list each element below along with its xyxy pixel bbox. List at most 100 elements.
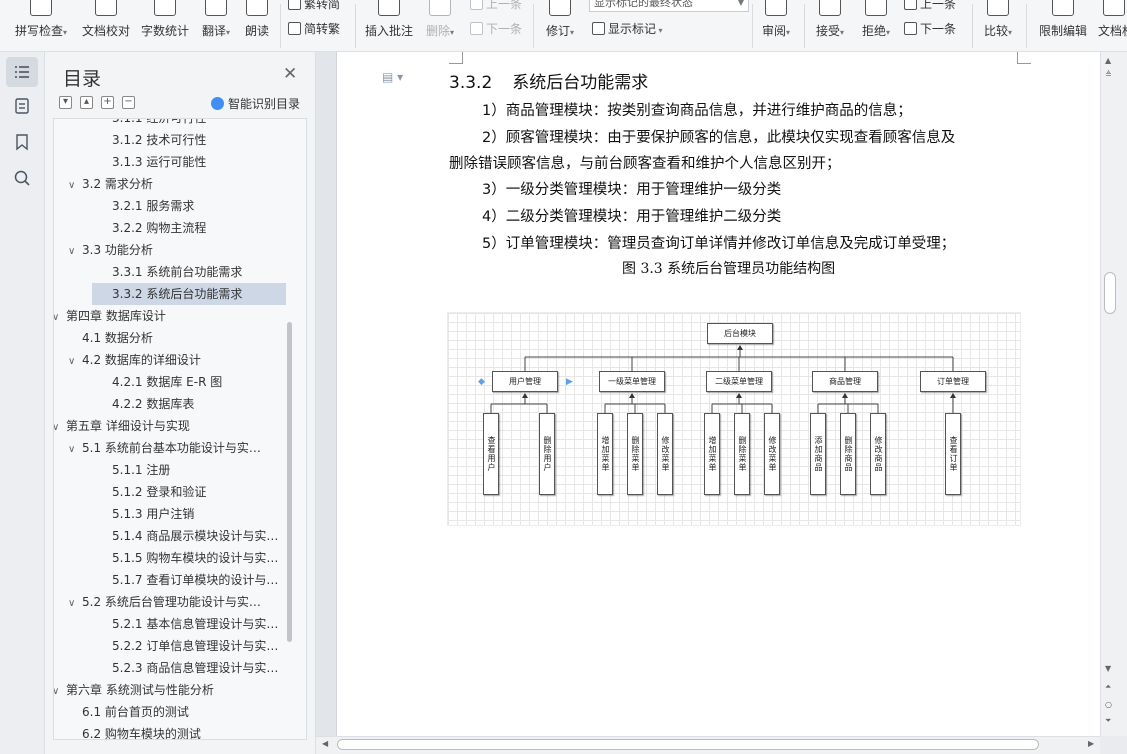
scroll-left-icon[interactable]: ◀ [322, 739, 328, 748]
doc-proofread-button[interactable]: 文档校对 [78, 0, 134, 51]
trad-to-simp-button[interactable]: 繁转简 [288, 0, 340, 12]
diagram-module-node[interactable]: 一级菜单管理 [599, 371, 665, 392]
vertical-scrollbar[interactable]: ▲ ≜ ▼ ⏶ ○ ⏷ [1100, 52, 1127, 736]
expand-all-icon[interactable]: ▴ [80, 96, 93, 109]
toc-item[interactable]: 5.2.2 订单信息管理设计与实… [112, 635, 290, 657]
toc-item[interactable]: 4.2.1 数据库 E-R 图 [112, 371, 290, 393]
diagram-leaf-node[interactable]: 查看用户 [483, 413, 499, 495]
spell-check-button[interactable]: 拼写检查▾ [8, 0, 74, 51]
accept-button[interactable]: 接受▾ [810, 0, 850, 51]
function-structure-diagram[interactable]: ◆ ▶ 后台模块 用户管理 查看用户 删除用户 一级菜单管理 增加菜单 删除菜单 修改菜单 二级… [447, 312, 1021, 526]
chevron-down-icon[interactable]: ∨ [68, 175, 82, 195]
diagram-leaf-node[interactable]: 修改菜单 [764, 413, 780, 495]
diagram-leaf-node[interactable]: 删除商品 [840, 413, 856, 495]
diagram-leaf-node[interactable]: 修改商品 [870, 413, 886, 495]
scroll-down-icon[interactable]: ▼ [1105, 664, 1111, 673]
paragraph-menu-icon[interactable]: ▤ ▾ [382, 70, 403, 84]
word-count-button[interactable]: 字数统计 [138, 0, 192, 51]
toc-item[interactable]: 6.2 购物车模块的测试 [82, 723, 290, 739]
bookmark-nav-button[interactable] [6, 127, 38, 157]
prev-page-icon[interactable]: ⏶ [1105, 682, 1111, 692]
diagram-root-node[interactable]: 后台模块 [707, 323, 773, 344]
resize-handle-right-icon[interactable]: ▶ [566, 377, 573, 387]
toc-item[interactable]: 5.1.4 商品展示模块设计与实… [112, 525, 290, 547]
toc-item[interactable]: 5.1.1 注册 [112, 459, 290, 481]
toc-item[interactable]: ∨第五章 详细设计与实现 [54, 415, 276, 437]
scroll-right-icon[interactable]: ▶ [1088, 739, 1094, 748]
chevron-down-icon[interactable]: ∨ [54, 681, 66, 701]
next-change-button[interactable]: 下一条 [904, 20, 956, 37]
diagram-leaf-node[interactable]: 删除用户 [539, 413, 555, 495]
reject-button[interactable]: 拒绝▾ [856, 0, 896, 51]
toc-nav-button[interactable] [6, 57, 38, 87]
insert-comment-button[interactable]: 插入批注 [362, 0, 416, 51]
toc-item[interactable]: 5.1.2 登录和验证 [112, 481, 290, 503]
collapse-all-icon[interactable]: ▾ [59, 96, 72, 109]
chevron-down-icon[interactable]: ∨ [68, 439, 82, 459]
toc-item[interactable]: ∨ 5.2 系统后台管理功能设计与实… [68, 591, 276, 613]
toc-item[interactable]: 3.3.1 系统前台功能需求 [112, 261, 290, 283]
chevron-down-icon[interactable]: ∨ [68, 351, 82, 371]
diagram-module-node[interactable]: 用户管理 [492, 371, 558, 392]
toc-item-selected[interactable]: 3.3.2 系统后台功能需求 [92, 283, 286, 305]
find-nav-button[interactable] [6, 163, 38, 193]
diagram-leaf-node[interactable]: 删除菜单 [734, 413, 750, 495]
diagram-leaf-node[interactable]: 删除菜单 [627, 413, 643, 495]
resize-handle-left-icon[interactable]: ◆ [478, 377, 485, 387]
diagram-leaf-node[interactable]: 修改菜单 [657, 413, 673, 495]
chevron-down-icon[interactable]: ∨ [54, 417, 66, 437]
vertical-scroll-thumb[interactable] [1104, 272, 1116, 314]
diagram-leaf-node[interactable]: 添加商品 [810, 413, 826, 495]
toc-scrollbar[interactable] [287, 322, 292, 642]
toc-item[interactable]: ∨ 5.1 系统前台基本功能设计与实… [68, 437, 276, 459]
toc-item[interactable]: 3.1.2 技术可行性 [112, 129, 290, 151]
toc-item[interactable]: 5.1.7 查看订单模块的设计与… [112, 569, 290, 591]
horizontal-scroll-thumb[interactable] [337, 739, 1039, 750]
add-heading-icon[interactable]: + [101, 96, 114, 109]
diagram-leaf-node[interactable]: 查看订单 [945, 413, 961, 495]
scroll-up-icon[interactable]: ▲ [1105, 56, 1111, 65]
toc-item[interactable]: 6.1 前台首页的测试 [82, 701, 290, 723]
toc-item[interactable]: 5.1.3 用户注销 [112, 503, 290, 525]
toc-item[interactable]: ∨ 3.3 功能分析 [68, 239, 276, 261]
toc-item[interactable]: 3.2.1 服务需求 [112, 195, 290, 217]
toc-item[interactable]: 4.1 数据分析 [82, 327, 290, 349]
diagram-module-node[interactable]: 二级菜单管理 [706, 371, 772, 392]
next-page-icon[interactable]: ⏷ [1105, 716, 1111, 726]
toc-item[interactable]: 5.1.5 购物车模块的设计与实… [112, 547, 290, 569]
simp-to-trad-button[interactable]: 简转繁 [288, 20, 340, 37]
diagram-leaf-node[interactable]: 增加菜单 [597, 413, 613, 495]
compare-button[interactable]: 比较▾ [978, 0, 1018, 51]
chevron-down-icon[interactable]: ∨ [68, 593, 82, 613]
toc-item[interactable]: 3.1.1 经济可行性 [112, 119, 290, 129]
diagram-module-node[interactable]: 商品管理 [812, 371, 878, 392]
toc-item[interactable]: 5.2.3 商品信息管理设计与实… [112, 657, 290, 679]
toc-item[interactable]: 5.2.1 基本信息管理设计与实… [112, 613, 290, 635]
remove-heading-icon[interactable]: − [122, 96, 135, 109]
markup-state-select[interactable]: 显示标记的最终状态 ▼ [589, 0, 749, 12]
chapter-nav-button[interactable] [6, 91, 38, 121]
toc-item[interactable]: 3.2.2 购物主流程 [112, 217, 290, 239]
restrict-editing-button[interactable]: 限制编辑 [1034, 0, 1092, 51]
show-markup-button[interactable]: 显示标记 ▾ [592, 20, 663, 37]
close-icon[interactable]: ✕ [283, 66, 297, 83]
doc-permission-button[interactable]: 文档权 [1094, 0, 1127, 51]
diagram-leaf-node[interactable]: 增加菜单 [704, 413, 720, 495]
diagram-module-node[interactable]: 订单管理 [920, 371, 986, 392]
toc-item[interactable]: ∨第六章 系统测试与性能分析 [54, 679, 276, 701]
select-browse-icon[interactable]: ○ [1105, 700, 1112, 709]
prev-comment-button[interactable]: 上一条 [470, 0, 522, 12]
review-button[interactable]: 审阅▾ [756, 0, 796, 51]
toc-item[interactable]: 4.2.2 数据库表 [112, 393, 290, 415]
translate-button[interactable]: 翻译▾ [196, 0, 236, 51]
track-changes-button[interactable]: 修订▾ [540, 0, 580, 51]
toc-item[interactable]: 3.1.3 运行可能性 [112, 151, 290, 173]
chevron-down-icon[interactable]: ∨ [54, 307, 66, 327]
read-aloud-button[interactable]: 朗读 [240, 0, 274, 51]
toc-item[interactable]: ∨ 3.2 需求分析 [68, 173, 276, 195]
next-comment-button[interactable]: 下一条 [470, 20, 522, 37]
chevron-down-icon[interactable]: ∨ [68, 241, 82, 261]
toc-item[interactable]: ∨第四章 数据库设计 [54, 305, 276, 327]
delete-comment-button[interactable]: 删除▾ [420, 0, 460, 51]
page-up-icon[interactable]: ≜ [1105, 70, 1112, 79]
